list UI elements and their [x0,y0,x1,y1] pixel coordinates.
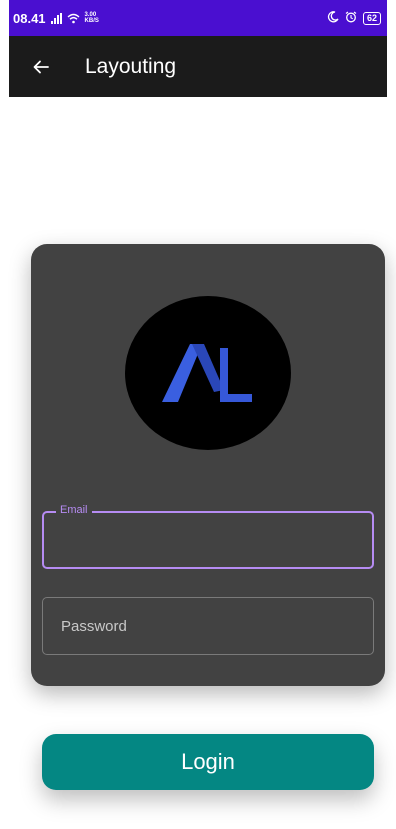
moon-icon [327,10,339,26]
arrow-back-icon[interactable] [29,55,53,79]
network-speed-unit: KB/S [84,18,99,24]
battery-icon: 62 [362,11,381,25]
status-right-group: 62 [327,10,381,26]
status-left-group: 08.41 3.00 KB/S [13,11,99,26]
email-label: Email [56,504,92,516]
app-bar: Layouting [9,36,387,97]
status-bar: 08.41 3.00 KB/S 62 [9,0,387,36]
app-logo [125,296,291,450]
alarm-icon [345,11,357,26]
status-time: 08.41 [13,10,46,26]
al-logo-icon [162,344,252,402]
page-title: Layouting [85,54,177,78]
wifi-icon [67,13,80,24]
signal-icon [50,12,62,24]
login-card: Email Password [31,244,385,686]
login-button[interactable]: Login [42,734,374,790]
email-field[interactable]: Email [42,504,374,569]
network-speed: 3.00 KB/S [85,12,99,24]
password-field[interactable]: Password [42,597,374,655]
password-placeholder: Password [61,618,127,635]
